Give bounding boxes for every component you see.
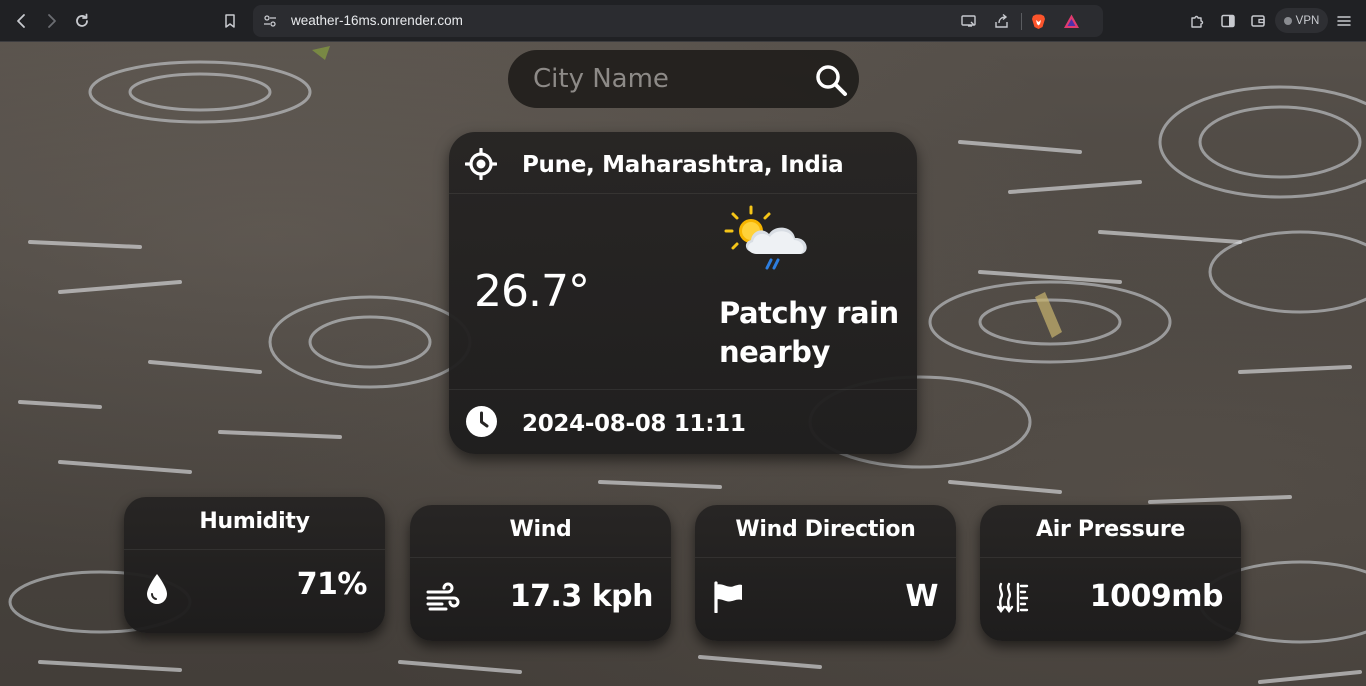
search-icon <box>816 65 847 96</box>
air-pressure-value: 1009mb <box>1089 579 1224 614</box>
back-button[interactable] <box>10 9 34 33</box>
bookmark-icon <box>225 14 235 28</box>
clock-icon <box>466 406 497 437</box>
pressure-icon <box>996 580 1030 614</box>
browser-toolbar: weather-16ms.onrender.com VPN <box>0 0 1366 42</box>
temperature-value: 26.7° <box>474 266 590 317</box>
search-button[interactable] <box>813 62 849 98</box>
sidebar-icon <box>1221 14 1235 28</box>
share-icon <box>995 13 1008 28</box>
wind-value: 17.3 kph <box>509 579 654 614</box>
wind-card: Wind 17.3 kph <box>410 505 671 641</box>
wallet-button[interactable] <box>1246 9 1270 33</box>
vpn-status-dot <box>1283 16 1292 25</box>
reload-button[interactable] <box>70 9 94 33</box>
condition-text: Patchy rain nearby <box>719 296 899 369</box>
air-pressure-card: Air Pressure 1009mb <box>980 505 1241 641</box>
local-time-row: 2024-08-08 11:11 <box>449 389 917 454</box>
puzzle-icon <box>1191 15 1204 28</box>
wind-direction-value: W <box>905 579 938 614</box>
site-settings-icon[interactable] <box>263 14 277 28</box>
cast-icon <box>961 15 976 27</box>
brave-lion-icon <box>1032 14 1045 29</box>
crosshair-location-icon[interactable] <box>465 148 497 180</box>
rewards-triangle-icon <box>1064 14 1079 28</box>
url-text[interactable]: weather-16ms.onrender.com <box>291 13 463 28</box>
wind-icon <box>426 580 460 614</box>
current-weather-card: Pune, Maharashtra, India 26.7° Patchy ra… <box>449 132 917 454</box>
wind-direction-card: Wind Direction W <box>695 505 956 641</box>
flag-icon <box>711 580 745 614</box>
menu-button[interactable] <box>1332 9 1356 33</box>
forward-arrow-icon <box>48 14 56 28</box>
air-pressure-title: Air Pressure <box>980 505 1241 558</box>
wind-direction-title: Wind Direction <box>695 505 956 558</box>
local-datetime: 2024-08-08 11:11 <box>522 411 746 437</box>
wind-title: Wind <box>410 505 671 558</box>
city-name-input[interactable] <box>533 62 793 96</box>
bookmark-button[interactable] <box>218 9 242 33</box>
brave-shields-button[interactable] <box>1030 13 1047 30</box>
location-name: Pune, Maharashtra, India <box>522 152 844 178</box>
wallet-icon <box>1251 15 1265 27</box>
vpn-button[interactable]: VPN <box>1275 8 1328 33</box>
hamburger-menu-icon <box>1337 16 1351 26</box>
brave-rewards-button[interactable] <box>1063 13 1080 30</box>
vpn-label: VPN <box>1295 14 1320 27</box>
humidity-value: 71% <box>296 567 368 602</box>
humidity-card: Humidity 71% <box>124 497 385 633</box>
city-search-bar <box>508 50 859 108</box>
location-row: Pune, Maharashtra, India <box>449 132 917 194</box>
install-app-button[interactable] <box>960 13 977 30</box>
partly-cloudy-rain-icon <box>724 205 807 270</box>
droplet-icon <box>140 572 174 606</box>
reload-icon <box>76 13 88 27</box>
weather-page: Pune, Maharashtra, India 26.7° Patchy ra… <box>0 42 1366 686</box>
extensions-button[interactable] <box>1185 9 1209 33</box>
share-button[interactable] <box>993 13 1010 30</box>
back-arrow-icon <box>17 14 25 28</box>
forward-button[interactable] <box>39 9 63 33</box>
sidebar-button[interactable] <box>1216 9 1240 33</box>
address-bar[interactable]: weather-16ms.onrender.com <box>253 5 1103 37</box>
humidity-title: Humidity <box>124 497 385 550</box>
address-separator <box>1021 13 1022 30</box>
